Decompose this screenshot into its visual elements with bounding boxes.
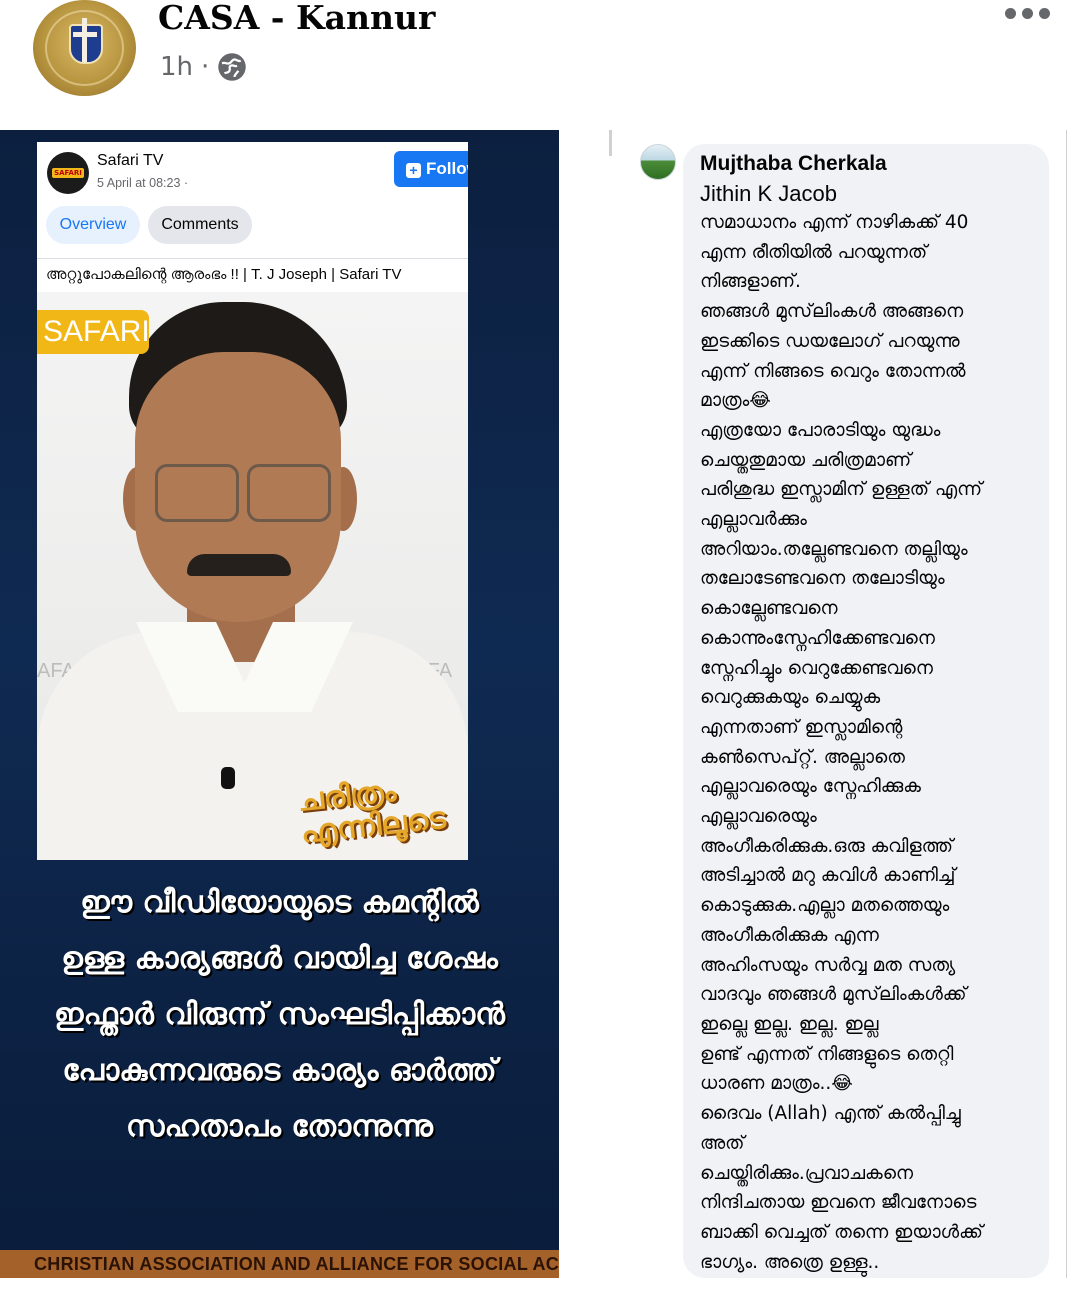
- card-date: 5 April at 08:23 ·: [97, 176, 189, 190]
- bottom-spacer: [0, 1278, 1073, 1306]
- comment-line: സമാധാനം എന്ന് നാഴികക്ക് 40: [700, 212, 969, 233]
- globe-icon: [218, 53, 247, 81]
- comment-line: കൊടുക്കുക.എല്ലാ മതത്തെയും: [700, 895, 950, 917]
- comment-screenshot[interactable]: Mujthaba Cherkala Jithin K Jacob സമാധാനം…: [559, 130, 1073, 1278]
- comment-line: എന്ന രീതിയിൽ പറയുന്നത്: [700, 241, 928, 263]
- caption-line: സഹതാപം തോന്നുന്നു: [126, 1109, 433, 1144]
- glasses-icon: [155, 464, 239, 522]
- comment-line: ഇല്ലെ ഇല്ല. ഇല്ല. ഇല്ല: [700, 1013, 879, 1035]
- comment-bubble: Mujthaba Cherkala Jithin K Jacob സമാധാനം…: [683, 144, 1049, 1278]
- comment-line: എന്നതാണ് ഇസ്ലാമിന്റെ: [700, 716, 903, 738]
- safari-badge: SAFARI: [37, 310, 150, 354]
- comment-line: കൊന്നുംസ്നേഹിക്കേണ്ടവനെ: [700, 627, 935, 649]
- shared-image[interactable]: SAFARI Safari TV 5 April at 08:23 · + Fol…: [0, 130, 559, 1278]
- microphone-icon: [221, 767, 235, 789]
- casa-banner: CHRISTIAN ASSOCIATION AND ALLIANCE FOR S…: [0, 1250, 559, 1278]
- commenter-avatar: [640, 144, 676, 180]
- caption-line: ഉള്ള കാര്യങ്ങൾ വായിച്ച ശേഷം: [61, 941, 498, 976]
- channel-name: Safari TV: [97, 152, 164, 169]
- caption-line: ഇഫ്താർ വിരുന്ന് സംഘടിപ്പിക്കാൻ: [54, 997, 505, 1032]
- caption-line: പോകുന്നവരുടെ കാര്യം ഓർത്ത്: [62, 1053, 497, 1088]
- meta-separator: ·: [201, 52, 210, 82]
- comment-line: ദൈവം (Allah) എന്ത് കൽപ്പിച്ചു: [700, 1103, 961, 1125]
- comment-line: അടിച്ചാൽ മറു കവിൾ കാണിച്ച്: [700, 865, 956, 887]
- comment-line: അത്: [700, 1132, 745, 1154]
- comment-line: എല്ലാവരെയും: [700, 806, 817, 828]
- mention-tag: Jithin K Jacob: [700, 181, 837, 206]
- tab-overview: Overview: [46, 206, 140, 244]
- comment-line: കൊല്ലേണ്ടവനെ: [700, 598, 838, 620]
- comment-line: നിങ്ങളാണ്.: [700, 271, 801, 293]
- comment-line: എത്രയോ പോരാടിയും യുദ്ധം: [700, 419, 941, 441]
- comment-line: അംഗീകരിക്കുക.ഒരു കവിളത്ത്: [700, 835, 953, 857]
- comment-line: എല്ലാവരെയും സ്നേഹിക്കുക: [700, 776, 921, 798]
- comment-line: വെറുക്കുകയും ചെയ്യുക: [700, 687, 881, 709]
- image-caption: ഈ വീഡിയോയുടെ കമന്റിൽ ഉള്ള കാര്യങ്ങൾ വായി…: [0, 875, 559, 1155]
- follow-button: +Follow: [394, 151, 468, 187]
- embedded-fb-card: SAFARI Safari TV 5 April at 08:23 · + Fol…: [37, 142, 468, 292]
- comment-line: കൺസെപ്റ്റ്. അല്ലാതെ: [700, 746, 905, 768]
- comment-line: ഭാഗ്യം. അത്രെ ഉള്ളു..: [700, 1251, 880, 1273]
- comment-line: ചെയ്തതുമായ ചരിത്രമാണ്: [700, 449, 912, 471]
- page-name[interactable]: CASA - Kannur: [158, 0, 435, 37]
- comment-line: അഹിംസയും സർവ്വ മത സത്യ: [700, 954, 956, 976]
- comment-line: സ്നേഹിച്ചും വെറുക്കേണ്ടവനെ: [700, 657, 933, 679]
- comment-line: വാദവും ഞങ്ങൾ മുസ്‌ലിംകൾക്ക്: [700, 984, 967, 1006]
- cross-icon: [82, 18, 87, 62]
- plus-icon: +: [406, 163, 421, 178]
- comment-line: എല്ലാവർക്കും: [700, 509, 807, 531]
- divider: [37, 258, 468, 259]
- comment-line: തലോടേണ്ടവനെ തലോടിയും: [700, 568, 945, 590]
- comment-line: ബാക്കി വെച്ചത് തന്നെ ഇയാൾക്ക്: [700, 1221, 983, 1243]
- comment-line: ചെയ്തിരിക്കും.പ്രവാചകനെ: [700, 1162, 914, 1184]
- post-header: CASA - Kannur 1h ·: [0, 0, 1073, 130]
- post-timestamp[interactable]: 1h: [160, 52, 193, 82]
- post-meta: 1h ·: [160, 52, 247, 82]
- comment-line: പരിശുദ്ധ ഇസ്ലാമിന് ഉള്ളത് എന്ന്: [700, 479, 983, 501]
- safari-logo: SAFARI: [47, 152, 89, 194]
- more-horizontal-icon[interactable]: [1005, 8, 1050, 19]
- comment-line: അറിയാം.തല്ലേണ്ടവനെ തല്ലിയും: [700, 538, 968, 560]
- comment-line: അംഗീകരിക്കുക എന്ന: [700, 924, 879, 946]
- commenter-name: Mujthaba Cherkala: [700, 152, 887, 175]
- page-avatar[interactable]: [33, 0, 136, 96]
- caption-line: ഈ വീഡിയോയുടെ കമന്റിൽ: [80, 885, 479, 920]
- comment-line: ഉണ്ട് എന്നത് നിങ്ങളുടെ തെറ്റി: [700, 1043, 954, 1065]
- video-title: അറ്റുപോകലിന്റെ ആരംഭം !! | T. J Joseph | …: [46, 266, 402, 283]
- tab-comments: Comments: [148, 206, 252, 244]
- comment-line: ധാരണ മാത്രം..😂: [700, 1073, 853, 1095]
- comment-line: മാത്രം😂: [700, 390, 771, 412]
- comment-body: സമാധാനം എന്ന് നാഴികക്ക് 40 എന്ന രീതിയിൽ പ…: [700, 208, 1045, 1277]
- comment-line: എന്ന് നിങ്ങടെ വെറും തോന്നൽ: [700, 360, 966, 382]
- video-thumbnail: AFARI S ARI SAFA SAFARI ചരിത്രം എന്നിലൂട…: [37, 292, 468, 860]
- comment-line: ഞങ്ങൾ മുസ്‌ലിംകൾ അങ്ങനെ: [700, 301, 964, 323]
- comment-line: നിന്ദിചതായ ഇവനെ ജീവനോടെ: [700, 1192, 977, 1214]
- thread-line: [609, 130, 612, 156]
- comment-line: ഇടക്കിടെ ഡയലോഗ് പറയുന്നു: [700, 330, 960, 352]
